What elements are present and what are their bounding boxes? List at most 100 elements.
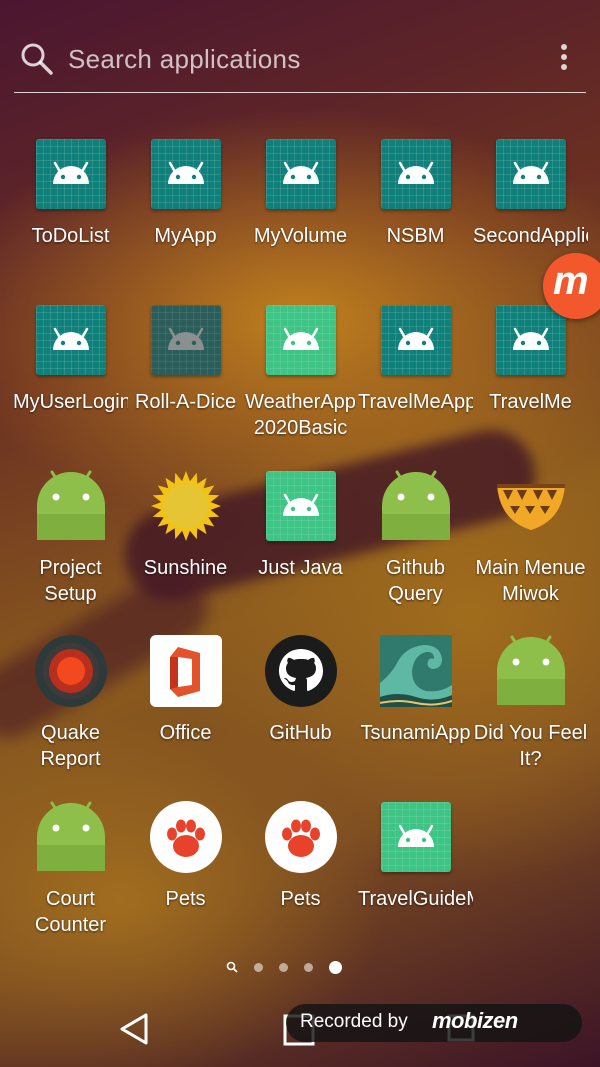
page-dot[interactable]: [279, 962, 288, 972]
green-android-icon: [265, 470, 337, 542]
back-button-icon[interactable]: [116, 1011, 152, 1047]
search-input[interactable]: Search applications: [68, 44, 301, 75]
app-label-line: TsunamiApp: [360, 722, 471, 744]
app-label: Sunshine: [128, 555, 243, 581]
app-label: Just Java: [243, 555, 358, 581]
app-label: Main Menue Miwok: [473, 555, 588, 607]
teal-android-icon: [495, 138, 567, 210]
app-label-line: Pets: [165, 888, 206, 910]
app-icon-tsunamiapp[interactable]: TsunamiApp: [358, 635, 473, 746]
app-label: MyVolume: [243, 223, 358, 249]
app-label-line: Miwok: [502, 583, 559, 605]
app-icon-github[interactable]: GitHub: [243, 635, 358, 746]
app-icon-secondapplic[interactable]: SecondApplic: [473, 138, 588, 249]
android-robot-icon: [35, 470, 107, 542]
app-label-line: TravelGuideM: [358, 888, 473, 910]
app-label: NSBM: [358, 223, 473, 249]
app-label: Roll-A-Dice: [128, 389, 243, 415]
page-dot[interactable]: [304, 962, 313, 972]
recorded-by-text: Recorded by: [300, 1011, 408, 1032]
office-icon: [149, 635, 222, 707]
app-label-line: Report: [40, 748, 101, 770]
android-robot-icon: [35, 801, 107, 873]
app-icon-project[interactable]: Project Setup: [13, 470, 128, 607]
app-icon-weatherapp[interactable]: WeatherApp 2020Basic: [243, 304, 358, 441]
app-icon-did-you-feel[interactable]: Did You Feel It?: [473, 635, 588, 772]
app-icon-travelguidem[interactable]: TravelGuideM: [358, 801, 473, 912]
recording-watermark: Recorded by mobizen: [286, 1004, 582, 1042]
app-label-line: TravelMe: [489, 391, 572, 413]
dim-android-icon: [150, 304, 222, 376]
search-bar[interactable]: Search applications: [14, 30, 586, 93]
android-robot-icon: [380, 470, 452, 542]
app-label: TravelGuideM: [358, 886, 473, 912]
app-label: SecondApplic: [473, 223, 588, 249]
app-icon-travelme[interactable]: TravelMe: [473, 304, 588, 415]
app-label-line: SecondApplic: [473, 225, 588, 247]
overflow-menu-icon[interactable]: [560, 44, 568, 74]
page-indicator[interactable]: [226, 957, 342, 977]
app-icon-nsbm[interactable]: NSBM: [358, 138, 473, 249]
app-label-line: Main Menue: [475, 557, 586, 579]
app-icon-travelmeapp[interactable]: TravelMeApp: [358, 304, 473, 415]
app-label: Office: [128, 720, 243, 746]
app-label-line: Quake: [41, 722, 100, 744]
app-icon-myapp[interactable]: MyApp: [128, 138, 243, 249]
app-label: TravelMe: [473, 389, 588, 415]
app-label: Project Setup: [13, 555, 128, 607]
app-icon-just-java[interactable]: Just Java: [243, 470, 358, 581]
app-icon-court[interactable]: Court Counter: [13, 801, 128, 938]
app-label-line: It?: [519, 748, 542, 770]
teal-android-icon: [380, 138, 452, 210]
app-icon-pets[interactable]: Pets: [243, 801, 358, 912]
app-label: Pets: [128, 886, 243, 912]
app-label-line: Office: [159, 722, 212, 744]
app-icon-roll-a-dice[interactable]: Roll-A-Dice: [128, 304, 243, 415]
app-icon-office[interactable]: Office: [128, 635, 243, 746]
app-label: MyApp: [128, 223, 243, 249]
app-label: Pets: [243, 886, 358, 912]
mobizen-floating-button[interactable]: m: [543, 253, 600, 319]
app-label: TravelMeApp: [358, 389, 473, 415]
app-icon-github[interactable]: Github Query: [358, 470, 473, 607]
app-icon-todolist[interactable]: ToDoList: [13, 138, 128, 249]
app-label: Quake Report: [13, 720, 128, 772]
app-label: MyUserLogin: [13, 389, 128, 415]
app-label-line: MyVolume: [253, 225, 348, 247]
search-icon[interactable]: [20, 42, 54, 76]
paw-icon: [149, 801, 222, 873]
app-label: WeatherApp 2020Basic: [243, 389, 358, 441]
github-icon: [264, 635, 337, 707]
app-label-line: WeatherApp: [245, 391, 356, 413]
app-label-line: Court: [46, 888, 95, 910]
wave-icon: [379, 635, 452, 707]
app-icon-pets[interactable]: Pets: [128, 801, 243, 912]
app-icon-myvolume[interactable]: MyVolume: [243, 138, 358, 249]
app-label-line: 2020Basic: [253, 417, 348, 439]
app-icon-myuserlogin[interactable]: MyUserLogin: [13, 304, 128, 415]
app-label-line: MyUserLogin: [13, 391, 128, 413]
app-label-line: Pets: [280, 888, 321, 910]
search-page-icon[interactable]: [226, 961, 238, 973]
teal-android-icon: [35, 138, 107, 210]
sun-icon: [150, 470, 222, 542]
page-dot[interactable]: [329, 960, 342, 974]
app-label: ToDoList: [13, 223, 128, 249]
app-icon-quake[interactable]: Quake Report: [13, 635, 128, 772]
app-label: Court Counter: [13, 886, 128, 938]
app-label-line: Counter: [34, 914, 107, 936]
teal-android-icon: [150, 138, 222, 210]
page-dot[interactable]: [254, 962, 263, 972]
app-label-line: Just Java: [258, 557, 343, 579]
android-robot-icon: [495, 635, 567, 707]
app-label-line: NSBM: [386, 225, 445, 247]
app-label: Did You Feel It?: [473, 720, 588, 772]
teal-android-icon: [380, 304, 452, 376]
app-label-line: TravelMeApp: [358, 391, 473, 413]
app-label: Github Query: [358, 555, 473, 607]
app-label-line: MyApp: [154, 225, 217, 247]
app-icon-sunshine[interactable]: Sunshine: [128, 470, 243, 581]
app-label: TsunamiApp: [358, 720, 473, 746]
teal-android-icon: [495, 304, 567, 376]
app-icon-main-menue[interactable]: Main Menue Miwok: [473, 470, 588, 607]
